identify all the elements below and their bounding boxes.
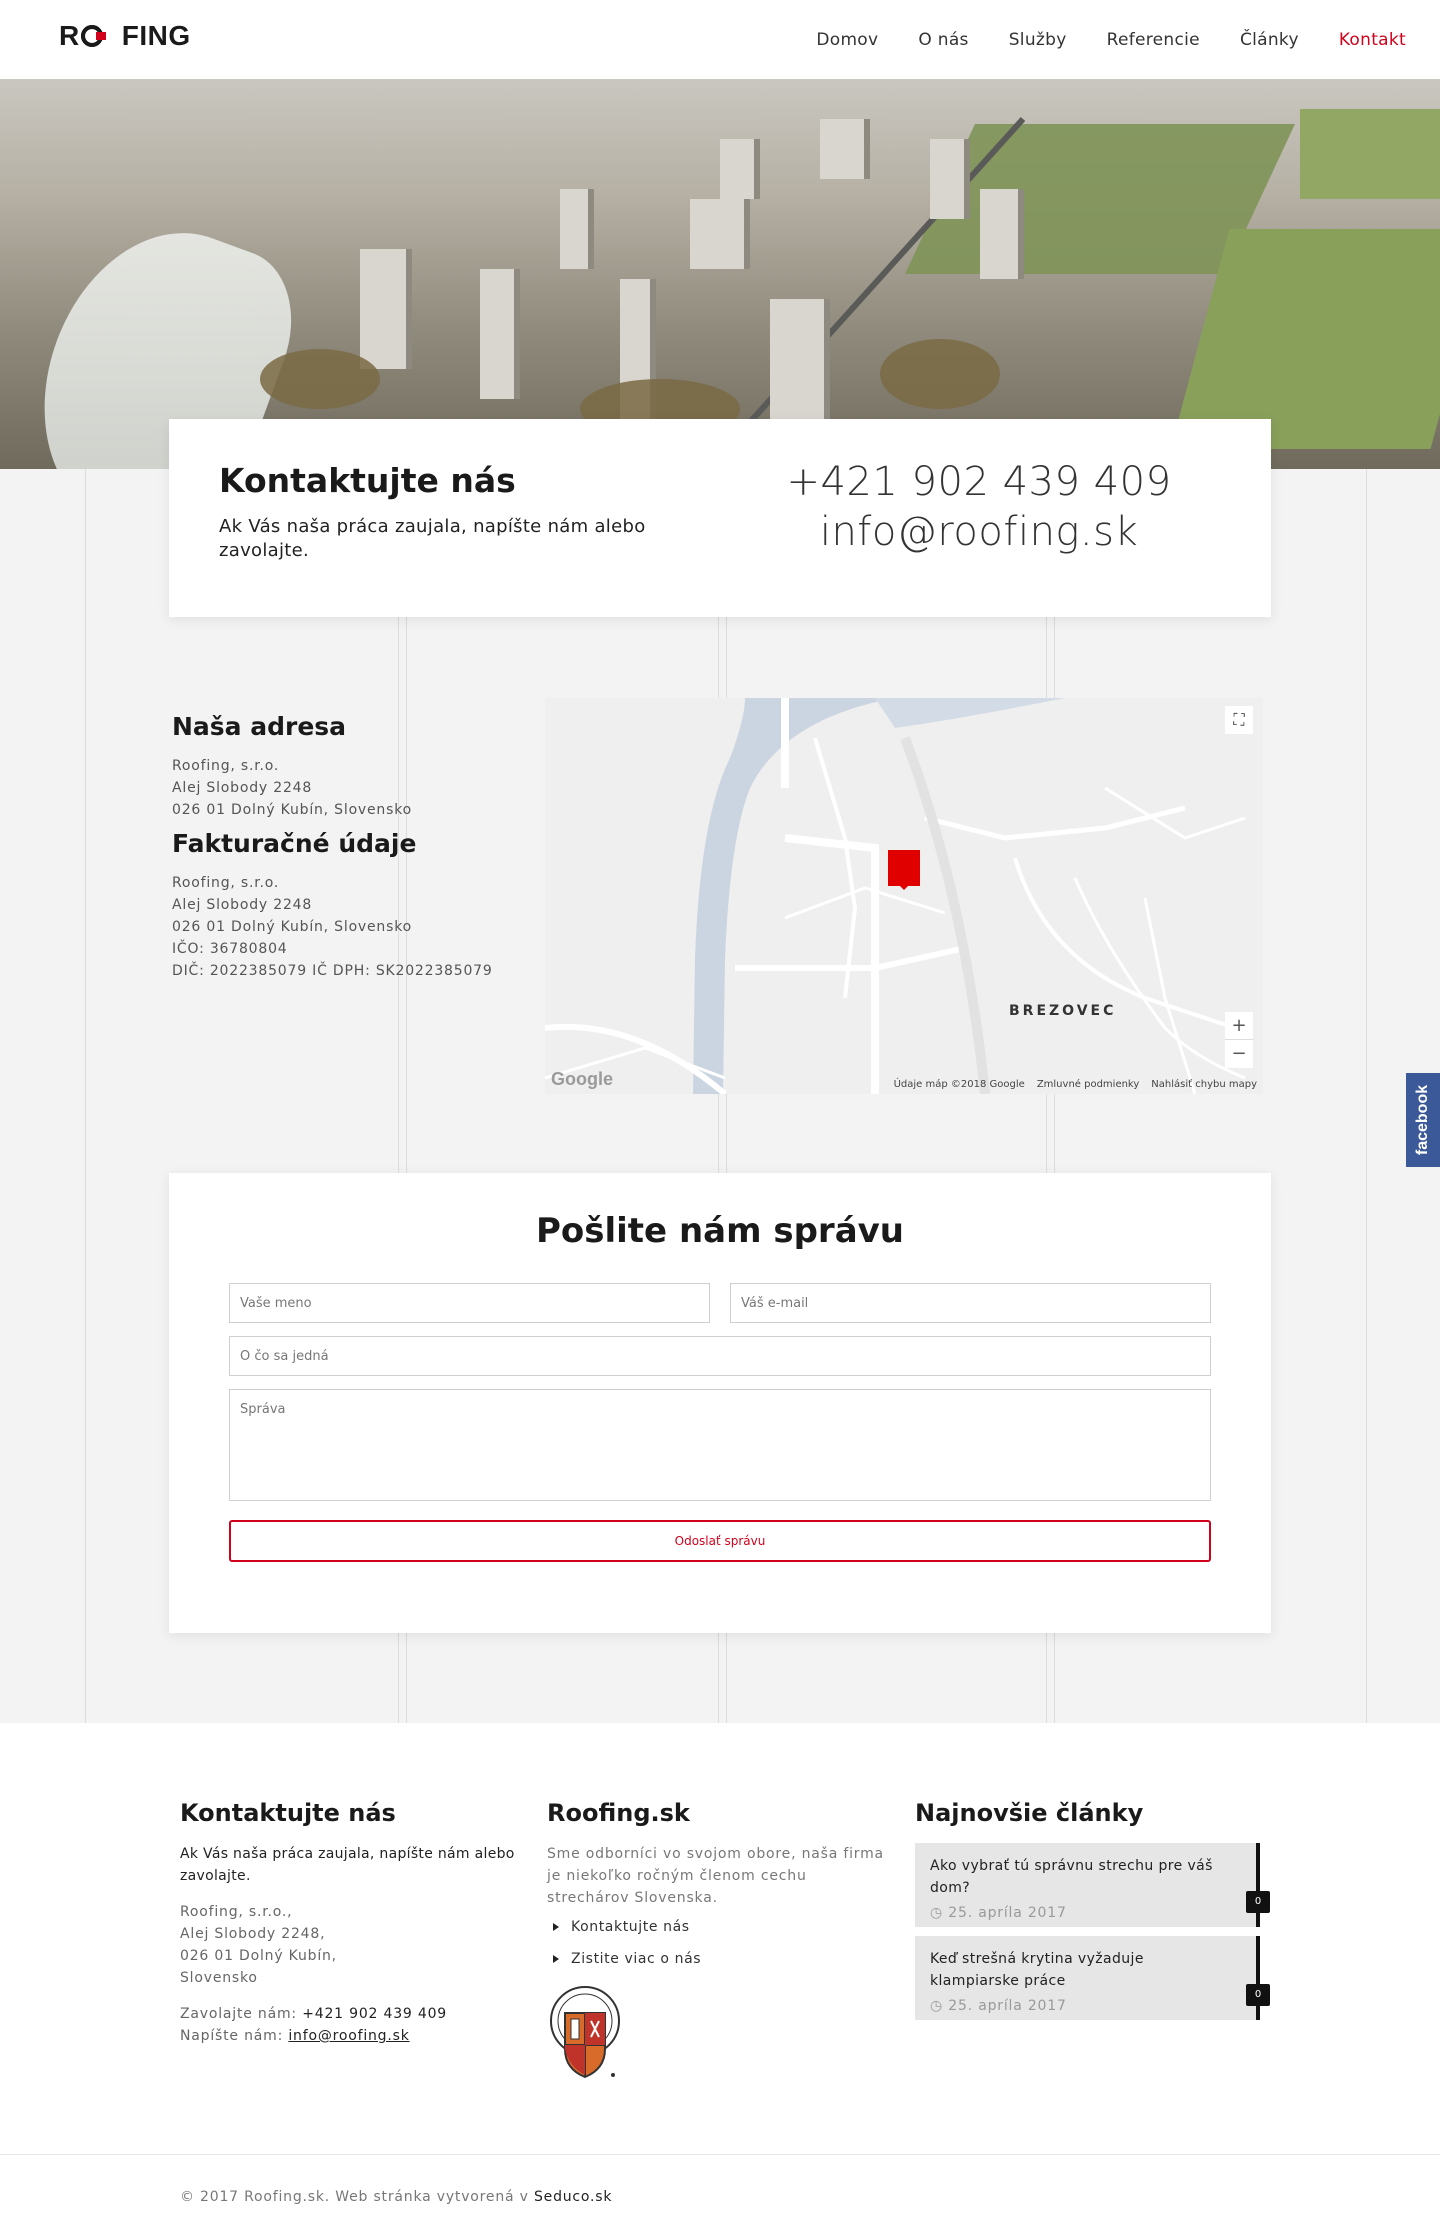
footer-contact-lead: Ak Vás naša práca zaujala, napíšte nám a…	[180, 1846, 515, 1884]
hero-aerial-image	[0, 79, 1440, 469]
subject-input[interactable]	[229, 1336, 1211, 1376]
message-form-card: Pošlite nám správu Odoslať správu	[169, 1173, 1271, 1633]
footer-call-label: Zavolajte nám:	[180, 2006, 297, 2022]
nav-domov[interactable]: Domov	[816, 30, 878, 50]
nav-o-nas[interactable]: O nás	[918, 30, 968, 50]
contact-phone[interactable]: +421 902 439 409	[729, 459, 1229, 505]
clock-icon: ◷	[930, 1905, 944, 1921]
billing-line: IČO: 36780804	[172, 941, 288, 957]
address-line: 026 01 Dolný Kubín, Slovensko	[172, 802, 412, 818]
footer-address-line: 026 01 Dolný Kubín,	[180, 1948, 337, 1964]
fullscreen-icon[interactable]: ⛶	[1225, 706, 1253, 734]
name-input[interactable]	[229, 1283, 710, 1323]
article-card[interactable]: Ako vybrať tú správnu strechu pre váš do…	[915, 1843, 1270, 1927]
roofers-guild-crest-icon	[547, 1983, 623, 2083]
main-nav: Domov O nás Služby Referencie Články Kon…	[816, 0, 1406, 79]
footer-email-link[interactable]: info@roofing.sk	[288, 2028, 409, 2044]
article-date: 25. apríla 2017	[948, 1998, 1067, 2014]
map-report-link[interactable]: Nahlásiť chybu mapy	[1151, 1079, 1257, 1090]
location-pin-icon[interactable]	[888, 850, 920, 890]
footer-link-contact[interactable]: Kontaktujte nás	[547, 1911, 892, 1943]
contact-email[interactable]: info@roofing.sk	[729, 509, 1229, 555]
map-footer: Údaje máp ©2018 Google Zmluvné podmienky…	[894, 1079, 1257, 1090]
billing-line: DIČ: 2022385079 IČ DPH: SK2022385079	[172, 963, 493, 979]
zoom-in-button[interactable]: +	[1225, 1012, 1253, 1040]
contact-text: Ak Vás naša práca zaujala, napíšte nám a…	[219, 516, 646, 561]
footer-divider	[0, 2154, 1440, 2155]
footer-about-lead: Sme odborníci vo svojom obore, naša firm…	[547, 1846, 884, 1906]
footer-about-column: Roofing.sk Sme odborníci vo svojom obore…	[547, 1799, 892, 2083]
comment-count-badge: 0	[1246, 1891, 1270, 1913]
nav-sluzby[interactable]: Služby	[1009, 30, 1067, 50]
article-date: 25. apríla 2017	[948, 1905, 1067, 1921]
footer-write-label: Napíšte nám:	[180, 2028, 284, 2044]
footer-contact-title: Kontaktujte nás	[180, 1799, 396, 1827]
comment-count-badge: 0	[1246, 1984, 1270, 2006]
billing-line: 026 01 Dolný Kubín, Slovensko	[172, 919, 412, 935]
footer-address-line: Slovensko	[180, 1970, 258, 1986]
footer-about-title: Roofing.sk	[547, 1799, 690, 1827]
message-textarea[interactable]	[229, 1389, 1211, 1501]
map-district-label: BREZOVEC	[1009, 1003, 1117, 1019]
address-title: Naša adresa	[172, 712, 347, 741]
site-footer: Kontaktujte nás Ak Vás naša práca zaujal…	[0, 1723, 1440, 2238]
footer-contact-column: Kontaktujte nás Ak Vás naša práca zaujal…	[180, 1799, 525, 2047]
article-card[interactable]: Keď strešná krytina vyžaduje klampiarske…	[915, 1936, 1270, 2020]
google-map[interactable]: ⛶ + − BREZOVEC Google Údaje máp ©2018 Go…	[545, 698, 1263, 1094]
copyright-text: © 2017 Roofing.sk. Web stránka vytvorená…	[180, 2189, 529, 2205]
copyright: © 2017 Roofing.sk. Web stránka vytvorená…	[180, 2189, 612, 2205]
site-logo[interactable]: R FING	[59, 20, 191, 51]
footer-address-line: Alej Slobody 2248,	[180, 1926, 326, 1942]
facebook-tab[interactable]: facebook	[1406, 1073, 1440, 1167]
seduco-link[interactable]: Seduco.sk	[534, 2189, 612, 2205]
address-block: Naša adresa Roofing, s.r.o. Alej Slobody…	[172, 712, 512, 982]
contact-card: Kontaktujte nás Ak Vás naša práca zaujal…	[169, 419, 1271, 617]
facebook-label: facebook	[1414, 1084, 1431, 1156]
clock-icon: ◷	[930, 1998, 944, 2014]
address-line: Alej Slobody 2248	[172, 780, 313, 796]
google-logo[interactable]: Google	[551, 1069, 613, 1090]
contact-title: Kontaktujte nás	[219, 461, 516, 500]
email-input[interactable]	[730, 1283, 1211, 1323]
billing-title: Fakturačné údaje	[172, 829, 417, 858]
footer-phone-link[interactable]: +421 902 439 409	[302, 2006, 447, 2022]
map-data-credit: Údaje máp ©2018 Google	[893, 1079, 1025, 1090]
logo-rings-icon	[80, 23, 121, 49]
article-title[interactable]: Keď strešná krytina vyžaduje klampiarske…	[930, 1948, 1230, 1992]
nav-referencie[interactable]: Referencie	[1107, 30, 1200, 50]
site-header: R FING Domov O nás Služby Referencie Člá…	[0, 0, 1440, 79]
footer-address-line: Roofing, s.r.o.,	[180, 1904, 293, 1920]
zoom-out-button[interactable]: −	[1225, 1040, 1253, 1068]
form-title: Pošlite nám správu	[535, 1211, 905, 1251]
footer-articles-column: Najnovšie články Ako vybrať tú správnu s…	[915, 1799, 1270, 2029]
map-zoom-control: + −	[1225, 1012, 1253, 1068]
footer-articles-title: Najnovšie články	[915, 1799, 1144, 1827]
map-roads	[545, 698, 1246, 1094]
map-terms-link[interactable]: Zmluvné podmienky	[1037, 1079, 1139, 1090]
article-title[interactable]: Ako vybrať tú správnu strechu pre váš do…	[930, 1855, 1230, 1899]
send-message-button[interactable]: Odoslať správu	[229, 1520, 1211, 1562]
billing-line: Roofing, s.r.o.	[172, 875, 280, 891]
nav-kontakt[interactable]: Kontakt	[1339, 30, 1406, 50]
footer-link-about[interactable]: Zistite viac o nás	[547, 1943, 892, 1975]
address-line: Roofing, s.r.o.	[172, 758, 280, 774]
nav-clanky[interactable]: Články	[1240, 30, 1299, 50]
billing-line: Alej Slobody 2248	[172, 897, 313, 913]
